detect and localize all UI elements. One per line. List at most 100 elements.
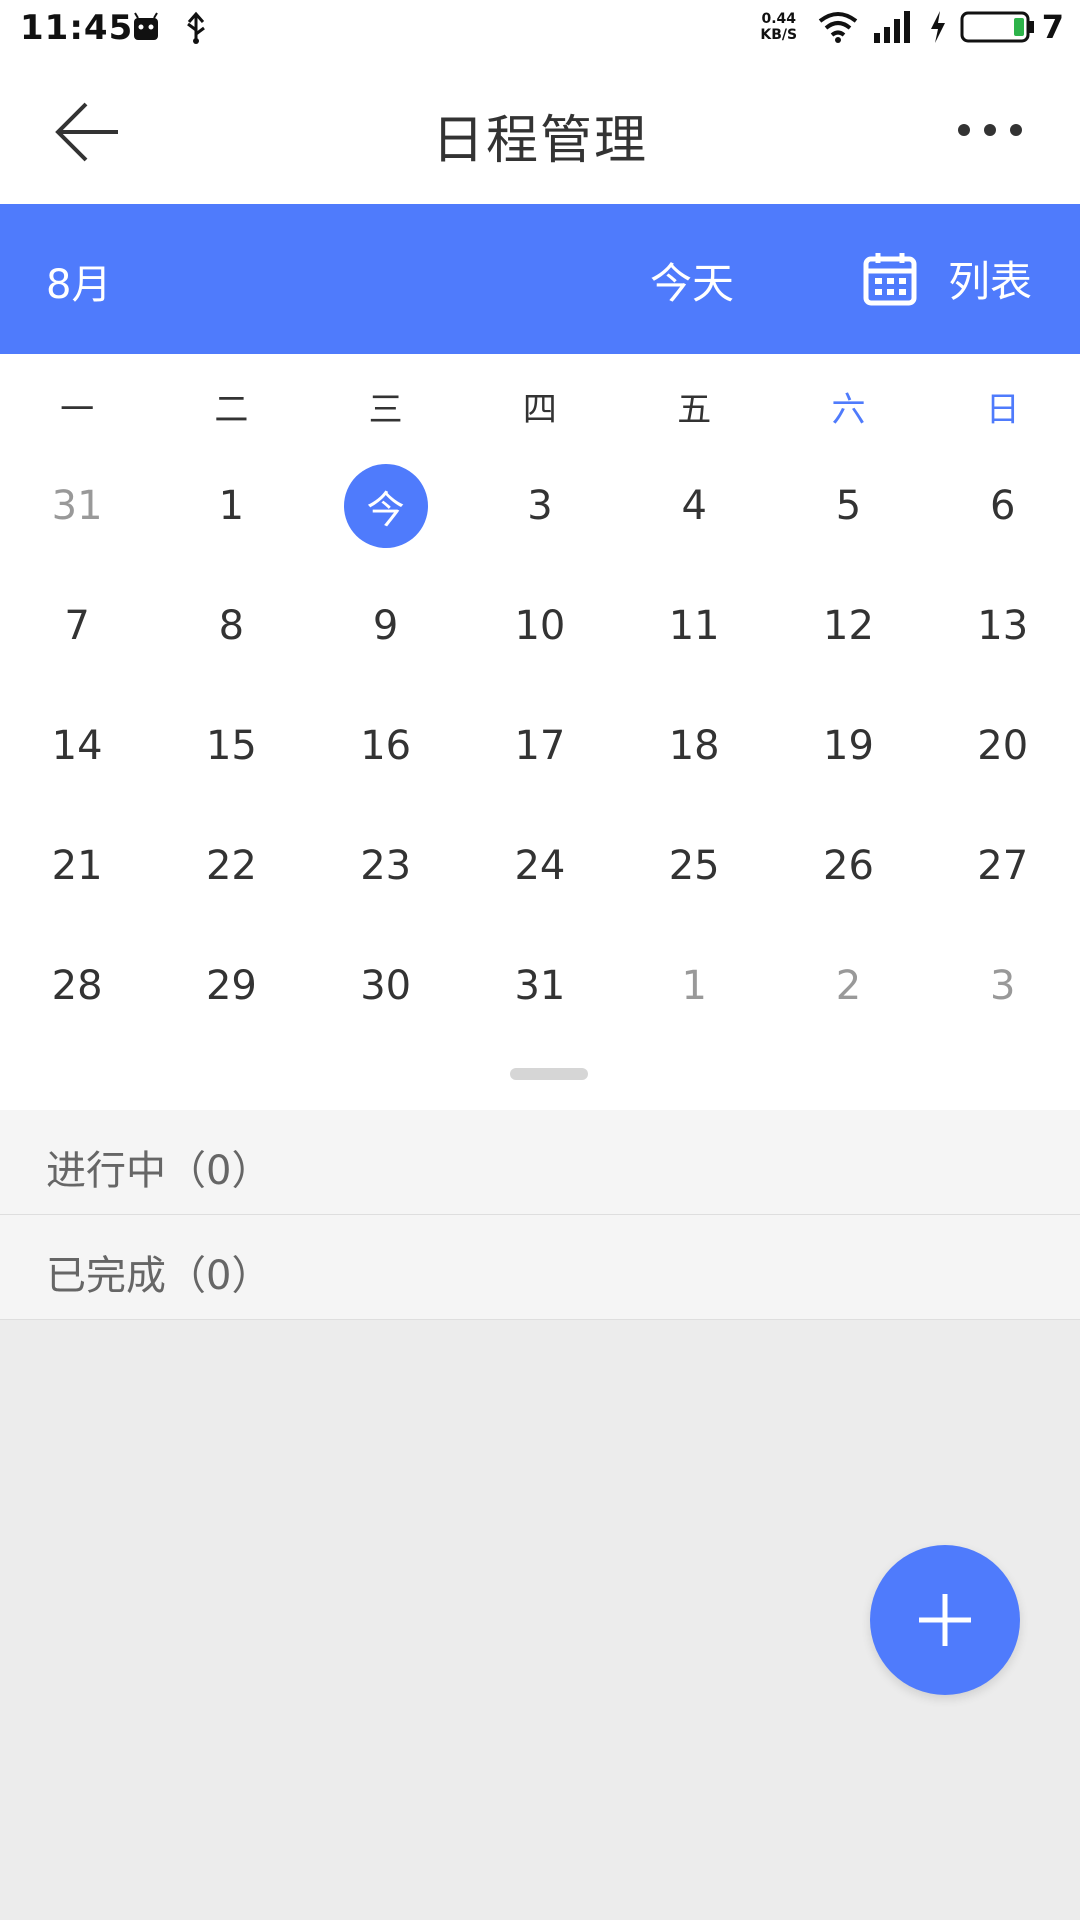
day-number: 5 <box>835 483 862 529</box>
status-bar: 11:45 0.44 KB/S 7 <box>0 0 1080 56</box>
day-cell[interactable]: 22 <box>154 802 308 922</box>
day-cell[interactable]: 31 <box>0 442 154 562</box>
list-label: 列表 <box>948 257 1033 306</box>
day-cell[interactable]: 13 <box>926 562 1080 682</box>
week-row: 28 29 30 31 1 2 3 <box>0 922 1080 1042</box>
day-cell[interactable]: 5 <box>771 442 925 562</box>
add-schedule-button[interactable] <box>870 1545 1020 1695</box>
day-cell[interactable]: 2 <box>771 922 925 1042</box>
completed-section[interactable]: 已完成（0） <box>0 1215 1080 1320</box>
day-cell[interactable]: 14 <box>0 682 154 802</box>
day-cell[interactable]: 3 <box>463 442 617 562</box>
day-cell[interactable]: 17 <box>463 682 617 802</box>
day-cell[interactable]: 25 <box>617 802 771 922</box>
day-number: 13 <box>977 603 1029 649</box>
status-time: 11:45 <box>20 8 134 48</box>
week-row: 7 8 9 10 11 12 13 <box>0 562 1080 682</box>
week-row: 14 15 16 17 18 19 20 <box>0 682 1080 802</box>
plus-icon <box>919 1594 971 1646</box>
day-number: 18 <box>668 723 720 769</box>
calendar-grid: 一二三四五六日 31 1 今 3 4 5 6 7 8 9 10 11 12 13 14 15 16 17 18 19 2… <box>0 354 1080 1110</box>
day-number: 25 <box>668 843 720 889</box>
battery-icon <box>960 11 1034 43</box>
month-days: 31 1 今 3 4 5 6 7 8 9 10 11 12 13 14 15 16 17 18 19 20 21 22 23 2… <box>0 442 1080 1042</box>
day-number: 30 <box>360 963 412 1009</box>
day-cell[interactable]: 7 <box>0 562 154 682</box>
in-progress-label: 进行中（0） <box>46 1148 272 1194</box>
day-number: 28 <box>51 963 103 1009</box>
day-number: 21 <box>51 843 103 889</box>
day-number: 7 <box>64 603 90 649</box>
signal-icon <box>873 11 910 43</box>
day-cell[interactable]: 19 <box>771 682 925 802</box>
day-number: 22 <box>205 843 257 889</box>
day-number: 1 <box>218 483 245 529</box>
weekday-label: 五 <box>677 390 712 430</box>
in-progress-section[interactable]: 进行中（0） <box>0 1110 1080 1215</box>
charging-icon <box>930 11 945 43</box>
day-number: 31 <box>51 483 103 529</box>
day-cell[interactable]: 21 <box>0 802 154 922</box>
day-cell[interactable]: 23 <box>309 802 463 922</box>
day-number: 4 <box>681 483 707 529</box>
day-number: 1 <box>681 963 707 1009</box>
day-number: 29 <box>205 963 257 1009</box>
network-speed: 0.44 KB/S <box>760 11 798 43</box>
day-number: 8 <box>218 603 245 649</box>
day-number: 9 <box>372 603 399 649</box>
week-row: 31 1 今 3 4 5 6 <box>0 442 1080 562</box>
completed-label: 已完成（0） <box>46 1253 272 1299</box>
month-label[interactable]: 8月 <box>46 252 111 310</box>
day-cell[interactable]: 18 <box>617 682 771 802</box>
day-cell[interactable]: 12 <box>771 562 925 682</box>
day-cell[interactable]: 24 <box>463 802 617 922</box>
day-number: 6 <box>989 483 1016 529</box>
day-cell-today[interactable]: 今 <box>309 442 463 562</box>
day-number: 16 <box>360 723 412 769</box>
weekday-label: 四 <box>522 390 557 430</box>
day-cell[interactable]: 4 <box>617 442 771 562</box>
weekday-label: 一 <box>60 390 95 430</box>
day-cell[interactable]: 11 <box>617 562 771 682</box>
day-cell[interactable]: 30 <box>309 922 463 1042</box>
day-cell[interactable]: 20 <box>926 682 1080 802</box>
weekday-label: 二 <box>214 390 249 430</box>
day-cell[interactable]: 27 <box>926 802 1080 922</box>
day-cell[interactable]: 26 <box>771 802 925 922</box>
week-row: 21 22 23 24 25 26 27 <box>0 802 1080 922</box>
day-number: 31 <box>514 963 566 1009</box>
weekday-label: 日 <box>985 390 1020 430</box>
day-number: 3 <box>989 963 1016 1009</box>
day-cell[interactable]: 9 <box>309 562 463 682</box>
list-view-button[interactable]: 列表 <box>862 248 1032 309</box>
day-number: 2 <box>835 963 862 1009</box>
day-number: 10 <box>514 603 566 649</box>
day-cell[interactable]: 8 <box>154 562 308 682</box>
day-cell[interactable]: 15 <box>154 682 308 802</box>
day-number: 12 <box>823 603 874 649</box>
day-number: 20 <box>977 723 1029 769</box>
day-cell[interactable]: 29 <box>154 922 308 1042</box>
usb-icon <box>187 11 205 44</box>
day-cell[interactable]: 10 <box>463 562 617 682</box>
more-icon[interactable] <box>956 120 1024 140</box>
calendar-icon <box>863 252 917 305</box>
calendar-header: 8月 今天 列表 <box>0 204 1080 354</box>
day-number: 26 <box>823 843 874 889</box>
wifi-icon <box>818 12 857 43</box>
day-cell[interactable]: 28 <box>0 922 154 1042</box>
today-button[interactable]: 今天 <box>650 250 734 311</box>
day-cell[interactable]: 31 <box>463 922 617 1042</box>
drag-handle[interactable] <box>510 1068 588 1080</box>
weekday-label: 六 <box>831 390 866 430</box>
title-bar: 日程管理 <box>0 56 1080 204</box>
battery-level: 7 <box>1041 8 1064 46</box>
day-cell[interactable]: 1 <box>617 922 771 1042</box>
page-title: 日程管理 <box>431 111 648 171</box>
day-cell[interactable]: 16 <box>309 682 463 802</box>
day-cell[interactable]: 1 <box>154 442 308 562</box>
day-number: 15 <box>205 723 257 769</box>
schedule-page: 11:45 0.44 KB/S 7 日程管理 8月 今天 列表 一 二 三 四 … <box>0 0 1080 1920</box>
day-cell[interactable]: 3 <box>926 922 1080 1042</box>
day-cell[interactable]: 6 <box>926 442 1080 562</box>
